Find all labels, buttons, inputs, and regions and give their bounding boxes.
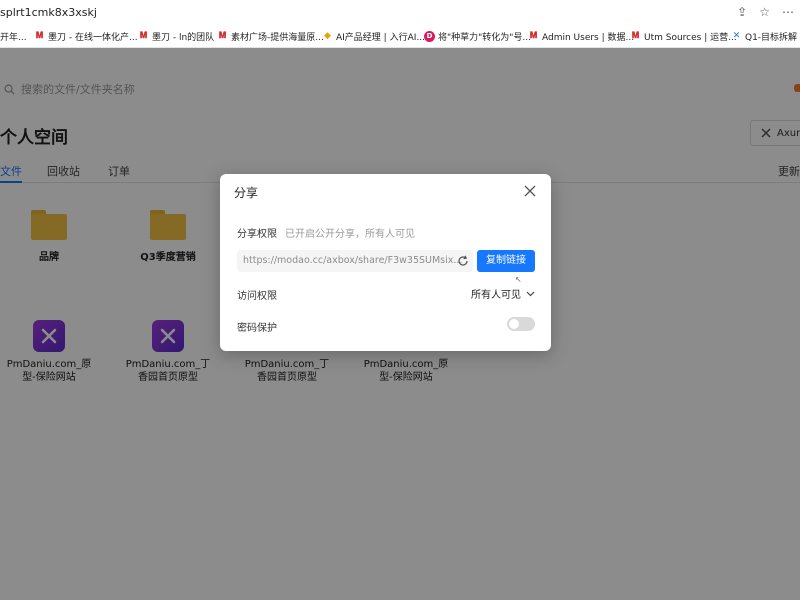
bookmark-item[interactable]: ◆ AI产品经理 | 入行AI... [322,30,425,43]
bookmarks-bar: 开年... 𝐌 墨刀 - 在线一体化产... 𝐌 墨刀 - ln的团队 𝐌 素材… [0,26,800,48]
close-icon[interactable] [523,184,537,198]
bookmark-item[interactable]: 𝐌 Admin Users | 数据... [528,30,635,43]
bookmark-label: AI产品经理 | 入行AI... [336,33,425,43]
access-permission-value: 所有人可见 [471,290,521,301]
share-permission-label: 分享权限 [237,229,277,240]
bookmark-item[interactable]: ✕ Q1-目标拆解 - [731,30,800,43]
bookmark-label: Admin Users | 数据... [542,33,635,43]
password-toggle[interactable] [507,317,535,331]
refresh-icon[interactable] [457,255,469,267]
modao-icon: 𝐌 [529,31,538,41]
bookmark-star-icon[interactable]: ☆ [759,5,770,19]
bookmark-item[interactable]: 𝐌 墨刀 - 在线一体化产... [34,30,138,43]
bookmark-item[interactable]: 开年... [0,30,27,43]
modao-icon: 𝐌 [218,31,227,41]
url-text[interactable]: splrt1cmk8x3xskj [0,6,97,19]
share-dialog: 分享 分享权限 已开启公开分享，所有人可见 https://modao.cc/a… [220,174,551,351]
copy-link-button[interactable]: 复制链接 [477,250,535,272]
bookmark-item[interactable]: 𝐌 素材广场-提供海量原... [217,30,324,43]
bookmark-label: 将"种草力"转化为"号... [438,33,532,43]
modao-icon: 𝐌 [139,31,148,41]
modao-icon: 𝐌 [35,31,44,41]
access-permission-select[interactable]: 所有人可见 [471,286,535,301]
circle-d-icon: D [424,31,435,42]
modao-icon: 𝐌 [631,31,640,41]
bookmark-item[interactable]: 𝐌 Utm Sources | 运营... [630,30,737,43]
bookmark-item[interactable]: D 将"种草力"转化为"号... [424,30,531,43]
access-permission-label: 访问权限 [237,291,277,302]
more-icon[interactable]: ⋯ [782,5,794,19]
chevron-down-icon [526,291,535,296]
bookmark-item[interactable]: 𝐌 墨刀 - ln的团队 [138,30,215,43]
bookmark-label: 墨刀 - 在线一体化产... [48,33,138,43]
share-icon[interactable]: ⇪ [737,5,747,19]
bookmark-label: 素材广场-提供海量原... [231,33,324,43]
mouse-cursor-icon: ↖ [515,275,522,284]
address-bar[interactable]: splrt1cmk8x3xskj ⇪ ☆ ⋯ [0,0,800,26]
dialog-title: 分享 [234,186,259,200]
bookmark-label: 开年... [0,33,27,43]
x-logo-icon: ✕ [732,31,741,41]
share-link-field[interactable]: https://modao.cc/axbox/share/F3w35SUMsix… [237,250,473,272]
bookmark-label: Q1-目标拆解 - [745,33,800,43]
share-permission-hint: 已开启公开分享，所有人可见 [285,229,415,240]
password-protection-label: 密码保护 [237,323,277,334]
multicolor-icon: ◆ [324,31,331,41]
bookmark-label: Utm Sources | 运营... [644,33,737,43]
bookmark-label: 墨刀 - ln的团队 [152,33,215,43]
